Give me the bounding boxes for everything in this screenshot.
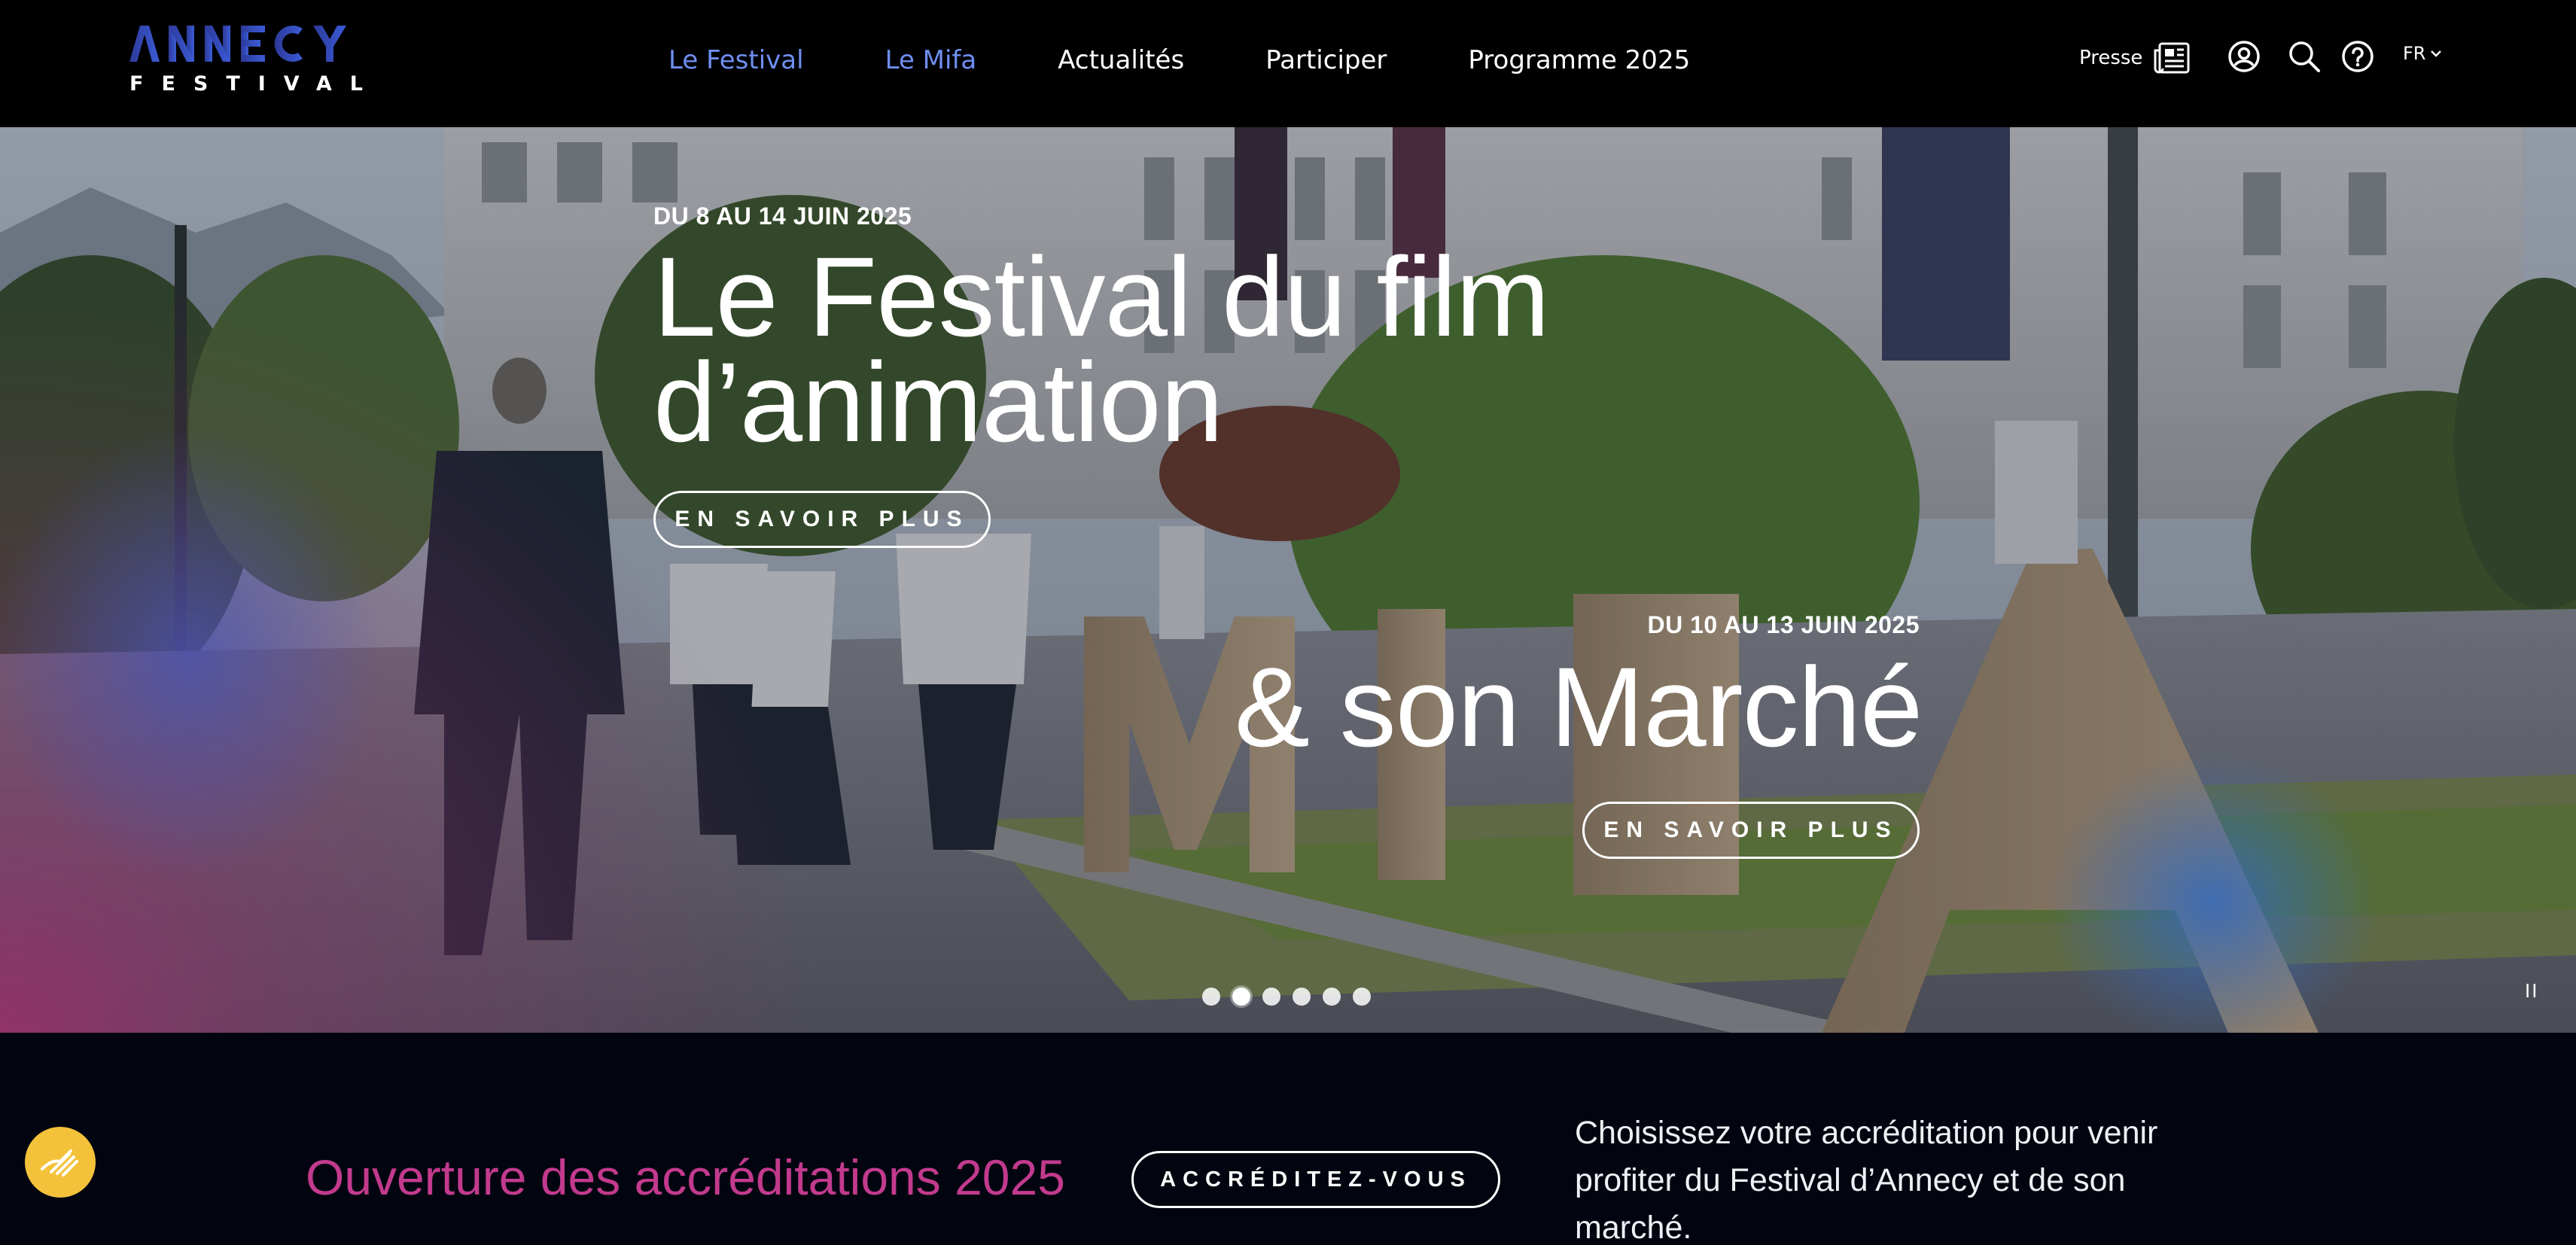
carousel-dot[interactable] [1262, 988, 1280, 1006]
pause-icon[interactable]: II [2525, 979, 2538, 1003]
hero-slide-2: DU 10 AU 13 JUIN 2025 & son Marché EN SA… [1235, 611, 1923, 859]
nav-actualites[interactable]: Actualités [1058, 45, 1184, 75]
carousel-dot[interactable] [1293, 988, 1311, 1006]
presse-label: Presse [2079, 47, 2143, 69]
help-circle-icon[interactable] [2340, 39, 2375, 74]
search-icon[interactable] [2287, 39, 2322, 74]
carousel-dot[interactable] [1353, 988, 1371, 1006]
language-label: FR [2403, 43, 2426, 64]
accreditation-title: Ouverture des accréditations 2025 [306, 1149, 1065, 1205]
slide1-en-savoir-plus-button[interactable]: EN SAVOIR PLUS [653, 491, 991, 548]
slide1-title-line2: d’animation [653, 339, 1223, 465]
logo-wordmark-icon [129, 26, 346, 62]
carousel-dot[interactable] [1323, 988, 1341, 1006]
site-header: FESTIVAL Le Festival Le Mifa Actualités … [0, 0, 2576, 127]
nav-le-festival[interactable]: Le Festival [668, 45, 804, 75]
carousel-dot-active[interactable] [1232, 988, 1250, 1006]
slide2-title: & son Marché [1235, 644, 1923, 770]
hero-carousel: DU 8 AU 14 JUIN 2025 Le Festival du film… [0, 127, 2576, 1033]
accreditez-vous-button[interactable]: ACCRÉDITEZ-VOUS [1131, 1151, 1500, 1208]
nav-programme-2025[interactable]: Programme 2025 [1468, 45, 1690, 75]
chevron-down-icon [2431, 50, 2442, 57]
slide1-title-line1: Le Festival du film [653, 233, 1550, 360]
presse-link[interactable]: Presse [2079, 39, 2191, 77]
accreditation-description: Choisissez votre accréditation pour veni… [1575, 1115, 2158, 1245]
language-selector[interactable]: FR [2403, 43, 2442, 64]
user-circle-icon[interactable] [2227, 39, 2261, 74]
slide1-date: DU 8 AU 14 JUIN 2025 [653, 202, 912, 230]
main-nav: Le Festival Le Mifa Actualités Participe… [668, 39, 1771, 81]
newspaper-icon [2154, 42, 2190, 74]
carousel-dot[interactable] [1202, 988, 1220, 1006]
nav-le-mifa[interactable]: Le Mifa [885, 45, 977, 75]
carousel-dots [1202, 988, 1371, 1006]
accessibility-hand-icon [41, 1149, 78, 1177]
accessibility-button[interactable] [25, 1127, 96, 1198]
slide2-date: DU 10 AU 13 JUIN 2025 [1647, 611, 1920, 638]
logo-word [129, 26, 348, 62]
slide2-en-savoir-plus-button[interactable]: EN SAVOIR PLUS [1582, 802, 1920, 859]
nav-participer[interactable]: Participer [1265, 45, 1387, 75]
annecy-festival-logo[interactable]: FESTIVAL [129, 26, 381, 96]
logo-sub: FESTIVAL [129, 72, 381, 96]
hero-slide-1: DU 8 AU 14 JUIN 2025 Le Festival du film… [653, 202, 1550, 548]
accreditation-band: Ouverture des accréditations 2025 ACCRÉD… [0, 1033, 2576, 1245]
